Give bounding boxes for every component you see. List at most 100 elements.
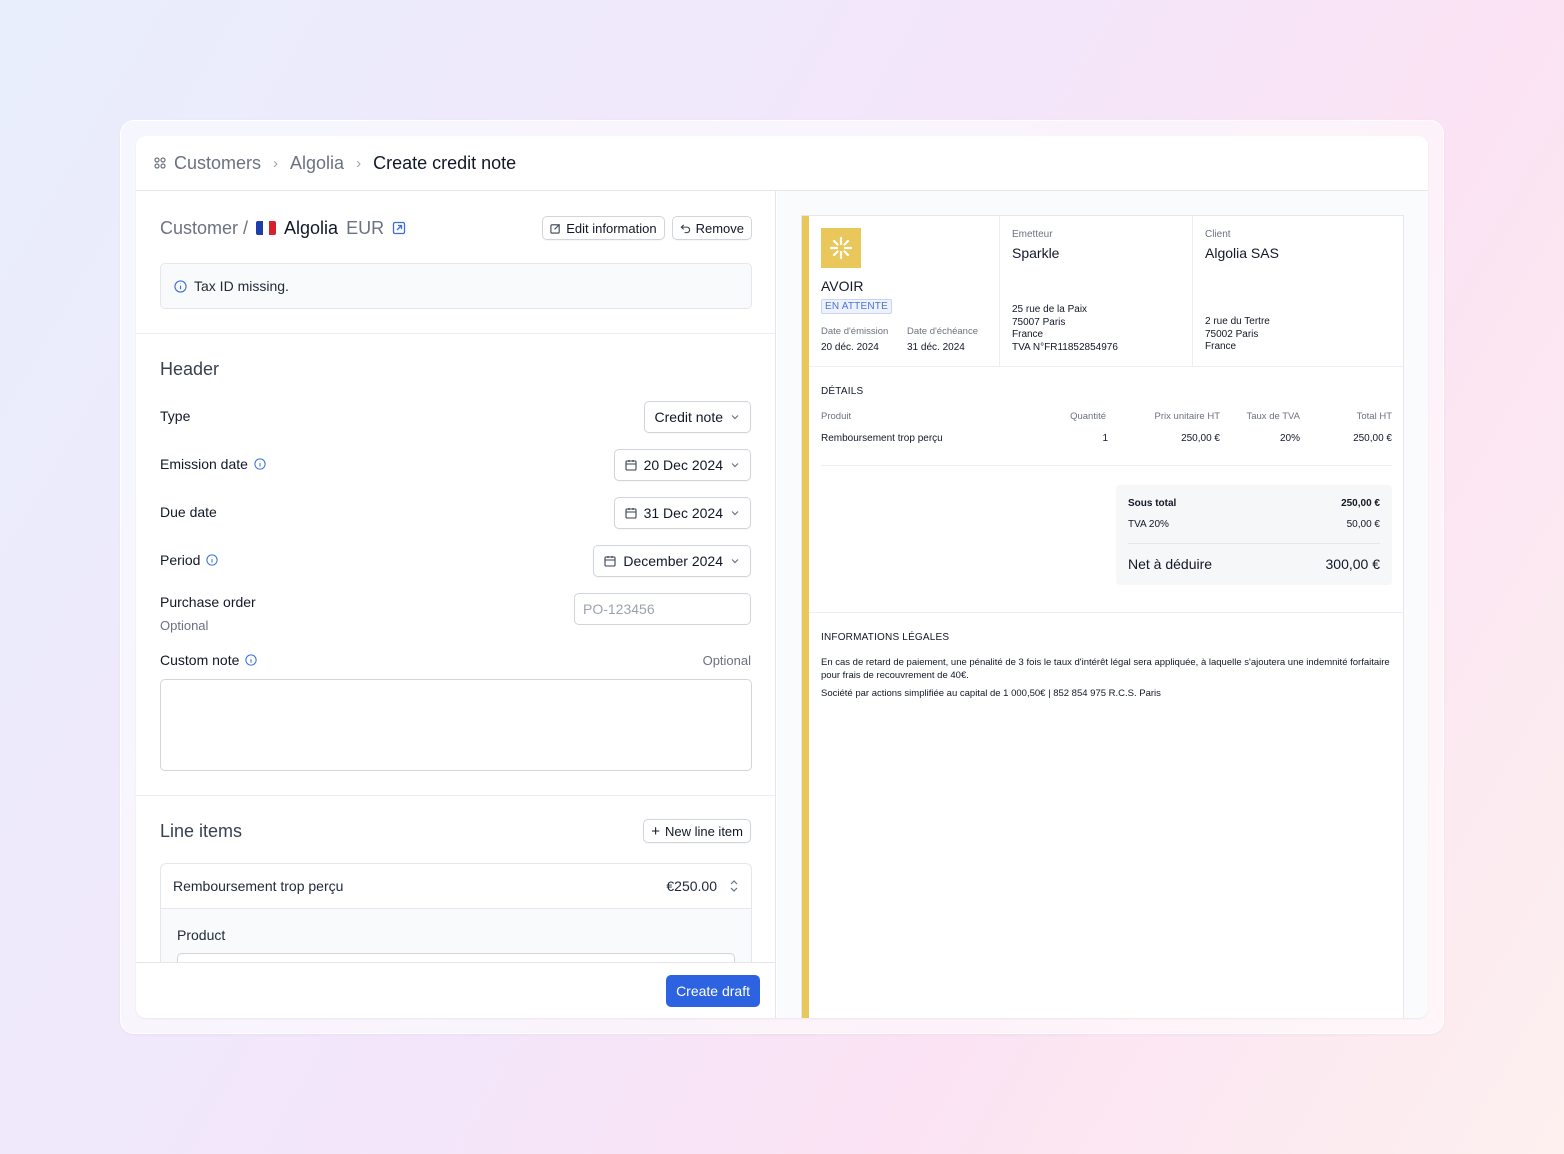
status-badge: EN ATTENTE	[821, 299, 892, 314]
new-line-item-button[interactable]: + New line item	[643, 819, 751, 843]
line-item-name: Remboursement trop perçu	[173, 878, 344, 894]
issuer-address: 25 rue de la Paix 75007 Paris France TVA…	[1012, 304, 1118, 354]
type-select[interactable]: Credit note	[643, 401, 751, 433]
address-line: 2 rue du Tertre	[1205, 316, 1270, 327]
info-icon[interactable]	[206, 554, 219, 566]
subtotal-row: Sous total 250,00 €	[1128, 498, 1380, 509]
due-date-label-text: Due date	[160, 504, 217, 520]
totals-box: Sous total 250,00 € TVA 20% 50,00 € Net …	[1116, 485, 1392, 585]
address-line: 75007 Paris	[1012, 316, 1066, 328]
chevron-down-icon	[731, 463, 739, 468]
vat-value: 50,00 €	[1346, 519, 1380, 530]
accent-bar	[802, 216, 809, 1018]
address-line: France	[1205, 341, 1237, 352]
purchase-order-label: Purchase order	[160, 594, 256, 610]
line-items-title: Line items	[160, 821, 243, 841]
chevron-right-icon: ›	[356, 154, 362, 172]
period-label-text: Period	[160, 552, 201, 568]
purchase-order-optional: Optional	[160, 618, 209, 633]
info-icon[interactable]	[245, 654, 258, 666]
app-card: Customers › Algolia › Create credit note…	[136, 136, 1428, 1018]
emission-date-value: 20 Dec 2024	[643, 457, 723, 473]
subtotal-value: 250,00 €	[1341, 498, 1380, 509]
divider	[809, 612, 1404, 613]
plus-icon: +	[651, 822, 660, 840]
divider	[136, 333, 775, 334]
divider	[821, 465, 1392, 466]
net-label: Net à déduire	[1128, 556, 1213, 572]
emission-date-heading: Date d'émission	[821, 326, 889, 337]
purchase-order-label-text: Purchase order	[160, 594, 256, 610]
tax-id-alert: Tax ID missing.	[160, 263, 752, 309]
breadcrumb-algolia[interactable]: Algolia	[290, 153, 344, 174]
remove-button[interactable]: Remove	[671, 216, 752, 240]
custom-note-label-text: Custom note	[160, 652, 240, 668]
due-date-value: 31 Dec 2024	[643, 505, 723, 521]
legal-title: INFORMATIONS LÉGALES	[821, 632, 950, 643]
customer-name: Algolia	[284, 217, 339, 238]
type-label-text: Type	[160, 408, 191, 424]
chevron-down-icon	[731, 415, 739, 420]
net-value: 300,00 €	[1325, 556, 1381, 572]
chevron-down-icon	[731, 559, 739, 564]
line-item-header[interactable]: Remboursement trop perçu €250.00	[161, 864, 751, 909]
emission-date-picker[interactable]: 20 Dec 2024	[613, 449, 751, 481]
net-row: Net à déduire 300,00 €	[1128, 556, 1380, 572]
table-cell: 250,00 €	[1353, 433, 1392, 444]
chevron-up-down-icon[interactable]	[729, 879, 739, 893]
customer-currency: EUR	[346, 217, 385, 238]
due-date-text: 31 déc. 2024	[907, 342, 965, 353]
table-cell: 20%	[1279, 433, 1300, 444]
custom-note-textarea[interactable]	[160, 679, 752, 771]
due-date-label: Due date	[160, 504, 217, 520]
client-block: Client Algolia SAS 2 rue du Tertre 75002…	[1193, 216, 1404, 367]
breadcrumb-current: Create credit note	[373, 152, 517, 173]
customers-icon	[153, 156, 167, 170]
external-link-icon[interactable]	[392, 221, 406, 235]
breadcrumb: Customers › Algolia › Create credit note	[136, 136, 1428, 191]
issuer-label: Emetteur	[1012, 229, 1053, 240]
legal-text: En cas de retard de paiement, une pénali…	[821, 657, 1390, 681]
period-label: Period	[160, 552, 219, 568]
form-panel: Customer / Algolia EUR Edit information …	[136, 191, 776, 1018]
due-date-picker[interactable]: 31 Dec 2024	[613, 497, 751, 529]
divider	[1128, 543, 1380, 544]
header-section-title: Header	[160, 359, 220, 379]
calendar-icon	[625, 508, 637, 519]
emission-date-label: Emission date	[160, 456, 266, 472]
address-line: TVA N°FR11852854976	[1012, 341, 1118, 353]
divider	[136, 795, 775, 796]
column-header: Produit	[821, 411, 852, 422]
client-label: Client	[1205, 229, 1231, 240]
document-meta: AVOIR EN ATTENTE Date d'émission 20 déc.…	[809, 216, 1000, 367]
column-header: Total HT	[1356, 411, 1392, 422]
vat-label: TVA 20%	[1128, 519, 1169, 530]
issuer-block: Emetteur Sparkle 25 rue de la Paix 75007…	[1000, 216, 1193, 367]
type-label: Type	[160, 408, 190, 424]
calendar-icon	[604, 556, 616, 567]
period-picker[interactable]: December 2024	[593, 545, 751, 577]
legal-company-text: Société par actions simplifiée au capita…	[821, 688, 1161, 699]
chevron-down-icon	[731, 511, 739, 516]
period-value: December 2024	[623, 553, 723, 569]
new-line-item-label: New line item	[664, 823, 743, 839]
edit-information-button[interactable]: Edit information	[542, 216, 665, 240]
preview-panel: AVOIR EN ATTENTE Date d'émission 20 déc.…	[777, 191, 1428, 1018]
breadcrumb-customers[interactable]: Customers	[174, 153, 261, 174]
create-draft-label: Create draft	[676, 983, 750, 999]
customer-label: Customer /	[160, 217, 249, 238]
column-header: Prix unitaire HT	[1154, 411, 1220, 422]
type-value: Credit note	[654, 409, 723, 425]
info-icon[interactable]	[254, 458, 266, 470]
client-name: Algolia SAS	[1205, 245, 1279, 261]
address-line: 75002 Paris	[1205, 328, 1259, 340]
purchase-order-input[interactable]: PO-123456	[574, 593, 751, 625]
vat-row: TVA 20% 50,00 €	[1128, 519, 1380, 530]
custom-note-label: Custom note	[160, 652, 258, 668]
calendar-icon	[625, 460, 637, 471]
table-cell: Remboursement trop perçu	[821, 433, 943, 444]
create-draft-button[interactable]: Create draft	[666, 975, 760, 1007]
column-header: Quantité	[1070, 411, 1106, 422]
line-item-amount: €250.00	[666, 878, 717, 894]
info-icon	[174, 279, 187, 293]
